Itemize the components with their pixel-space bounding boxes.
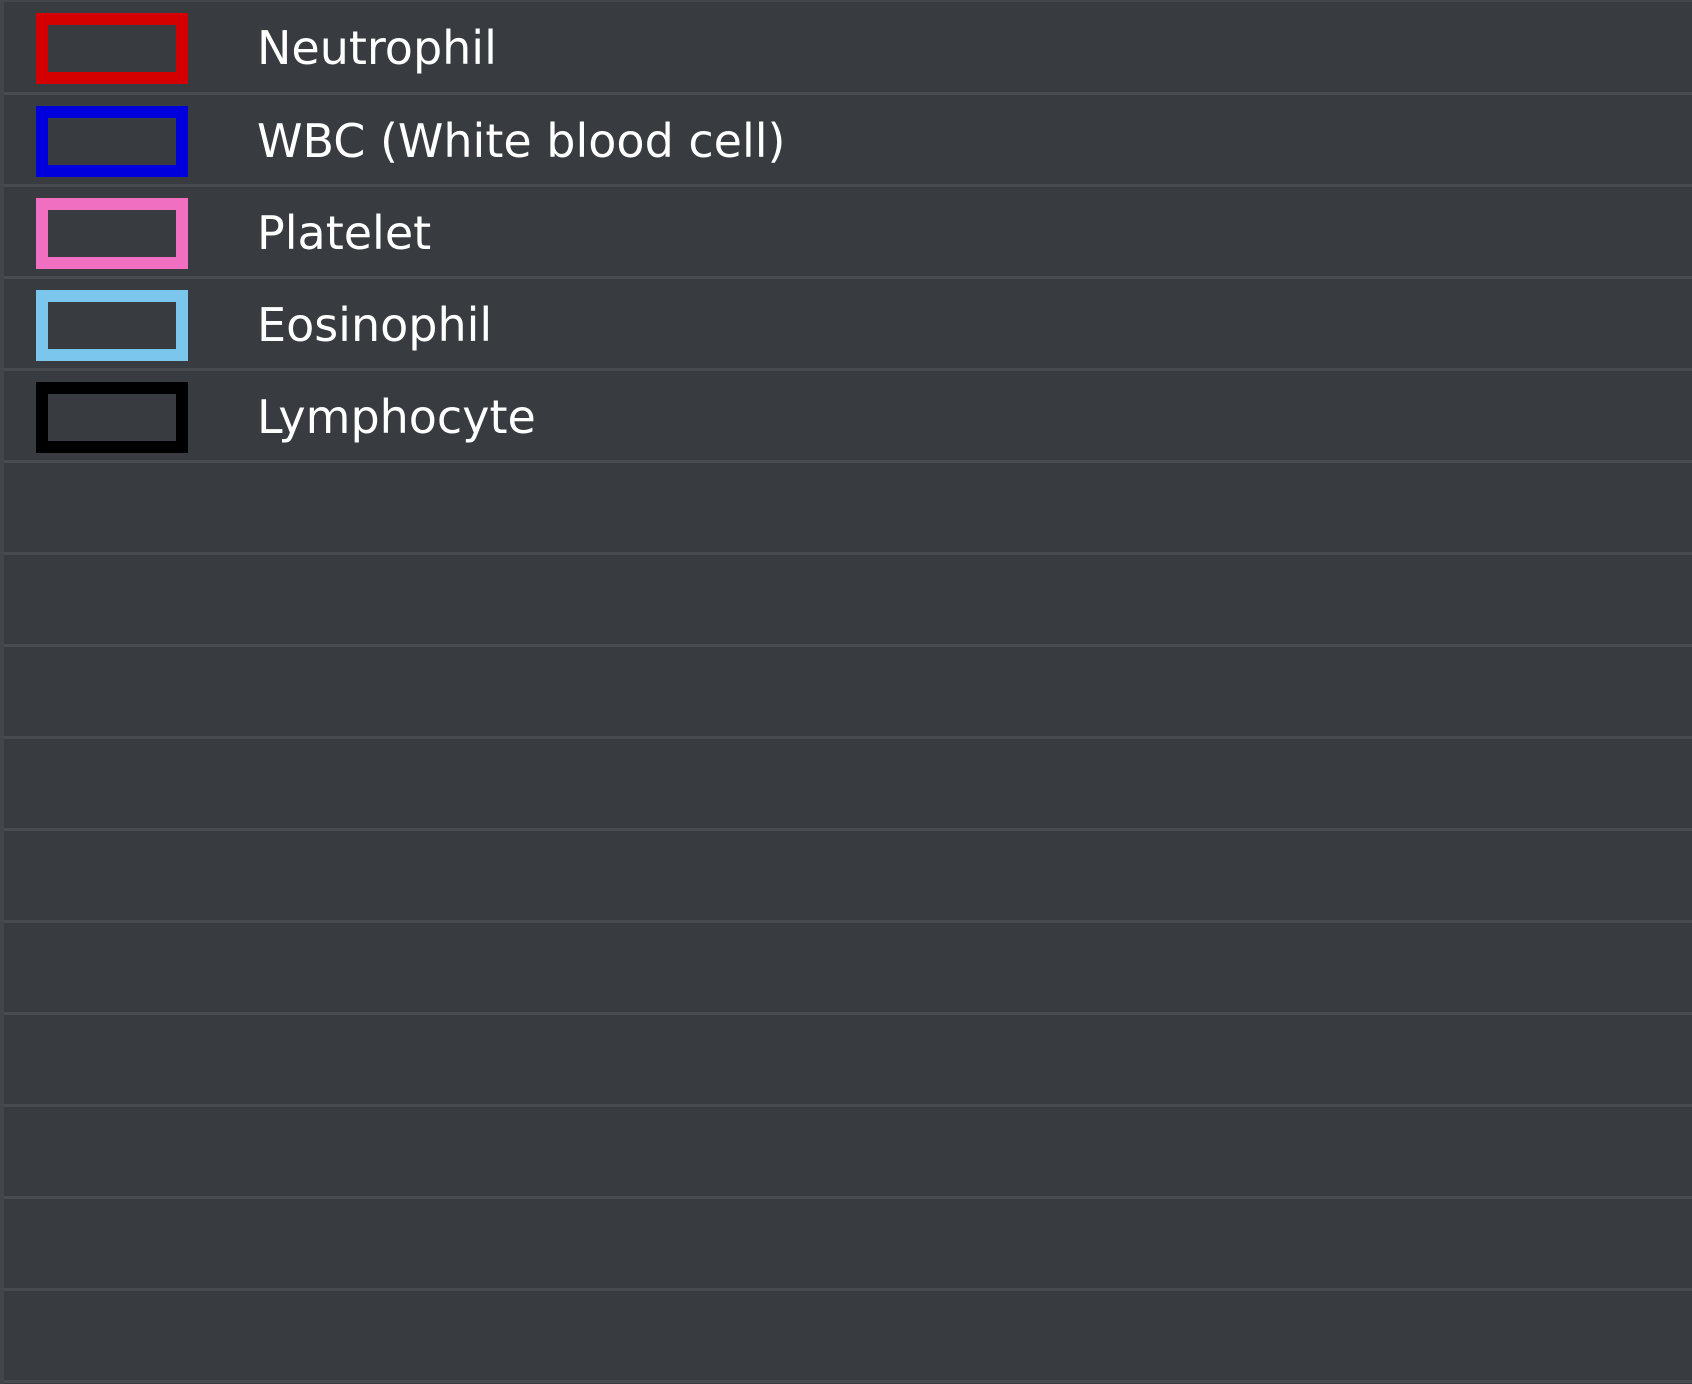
neutrophil-color-swatch bbox=[36, 13, 188, 84]
legend-label: Platelet bbox=[257, 206, 432, 260]
empty-legend-row bbox=[4, 831, 1692, 923]
legend-row-wbc[interactable]: WBC (White blood cell) bbox=[4, 95, 1692, 187]
lymphocyte-color-swatch bbox=[36, 382, 188, 453]
class-legend-panel: Neutrophil WBC (White blood cell) Platel… bbox=[0, 0, 1692, 1384]
eosinophil-color-swatch bbox=[36, 290, 188, 361]
empty-legend-row bbox=[4, 923, 1692, 1015]
legend-row-lymphocyte[interactable]: Lymphocyte bbox=[4, 371, 1692, 463]
legend-row-eosinophil[interactable]: Eosinophil bbox=[4, 279, 1692, 371]
legend-label: Eosinophil bbox=[257, 298, 493, 352]
legend-row-platelet[interactable]: Platelet bbox=[4, 187, 1692, 279]
legend-label: WBC (White blood cell) bbox=[257, 114, 786, 168]
empty-legend-row bbox=[4, 555, 1692, 647]
empty-legend-row bbox=[4, 1199, 1692, 1291]
platelet-color-swatch bbox=[36, 198, 188, 269]
legend-label: Lymphocyte bbox=[257, 390, 536, 444]
legend-label: Neutrophil bbox=[257, 21, 497, 75]
empty-legend-row bbox=[4, 647, 1692, 739]
empty-legend-row bbox=[4, 463, 1692, 555]
empty-legend-row bbox=[4, 739, 1692, 831]
empty-rows-container bbox=[4, 463, 1692, 1383]
legend-row-neutrophil[interactable]: Neutrophil bbox=[4, 2, 1692, 95]
empty-legend-row bbox=[4, 1107, 1692, 1199]
wbc-color-swatch bbox=[36, 106, 188, 177]
empty-legend-row bbox=[4, 1015, 1692, 1107]
empty-legend-row bbox=[4, 1291, 1692, 1383]
